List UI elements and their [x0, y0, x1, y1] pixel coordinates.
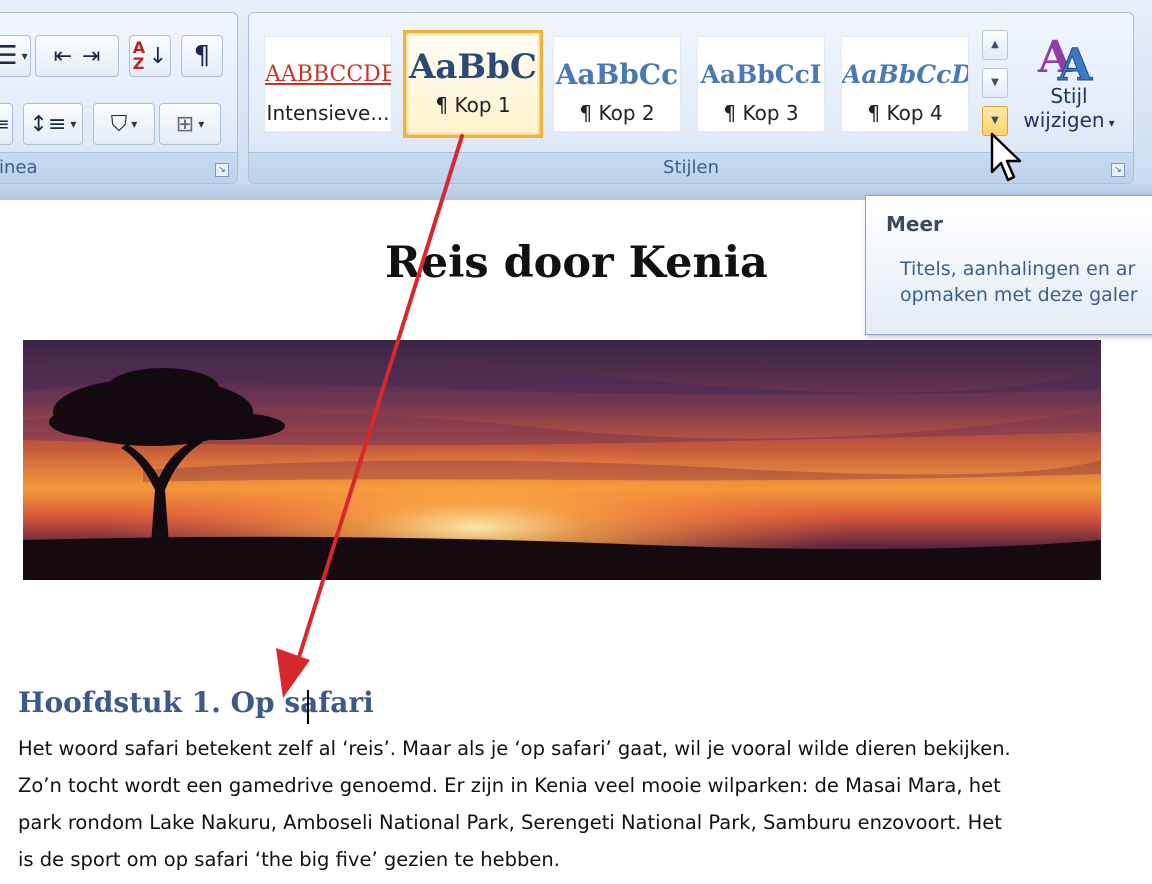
show-formatting-marks-button[interactable]: ¶: [181, 35, 223, 77]
pilcrow-icon: ¶: [193, 41, 211, 71]
chevron-down-icon: ▾: [131, 117, 138, 131]
line-spacing-button[interactable]: ↕≡ ▾: [23, 103, 83, 145]
style-preview: AABBCCDE: [265, 62, 391, 87]
borders-button[interactable]: ⊞ ▾: [159, 103, 221, 145]
decrease-indent-icon: ⇤: [53, 43, 72, 69]
paragraph-group-label: inea: [0, 152, 237, 183]
svg-text:A: A: [1057, 40, 1093, 86]
indent-buttons[interactable]: ⇤ ⇥: [35, 35, 119, 77]
bullets-dropdown-button[interactable]: ☰ ▾: [0, 35, 31, 77]
style-intensieve[interactable]: AABBCCDE Intensieve...: [264, 36, 392, 132]
sort-arrow-icon: ↓: [148, 43, 168, 69]
chevron-up-icon: ▲: [991, 39, 999, 50]
justify-icon: ≡: [0, 113, 10, 135]
change-styles-button[interactable]: A A Stijl wijzigen ▾: [1014, 20, 1124, 150]
gallery-scroll-up-button[interactable]: ▲: [982, 30, 1008, 60]
mouse-cursor-icon: [990, 132, 1022, 182]
line-spacing-icon: ↕≡: [29, 111, 67, 137]
style-preview: AaBbCcD: [842, 60, 968, 89]
style-kop-1[interactable]: AaBbC ¶ Kop 1: [403, 30, 543, 138]
tooltip-title: Meer: [886, 212, 943, 236]
chevron-down-icon: ▼: [991, 77, 999, 88]
text-cursor: [307, 690, 309, 724]
dialog-launcher-icon[interactable]: ↘: [1111, 163, 1125, 177]
borders-icon: ⊞: [175, 111, 195, 137]
chevron-down-icon: ▾: [70, 117, 77, 131]
style-name: ¶ Kop 2: [579, 101, 655, 125]
change-styles-label-line2: wijzigen ▾: [1014, 108, 1124, 135]
change-styles-label-text: wijzigen: [1023, 108, 1105, 132]
tooltip: Meer Titels, aanhalingen en ar opmaken m…: [865, 195, 1152, 335]
style-preview: AaBbC: [409, 47, 537, 87]
paragraph-line[interactable]: park rondom Lake Nakuru, Amboseli Nation…: [18, 811, 1002, 834]
chapter-heading[interactable]: Hoofdstuk 1. Op safari: [18, 686, 374, 719]
change-styles-label-line1: Stijl: [1050, 84, 1088, 108]
bullets-icon: ☰: [0, 41, 18, 71]
paragraph-line[interactable]: Het woord safari betekent zelf al ‘reis’…: [18, 737, 1011, 760]
style-name: Intensieve...: [266, 101, 390, 125]
chevron-down-icon: ▾: [1108, 116, 1115, 130]
justify-button[interactable]: ≡: [0, 103, 13, 145]
sunset-acacia-image: [23, 340, 1101, 580]
paragraph-line[interactable]: Zo’n tocht wordt een gamedrive genoemd. …: [18, 774, 1001, 797]
increase-indent-icon: ⇥: [82, 43, 101, 69]
change-styles-icon: A A: [1014, 20, 1124, 92]
paragraph-line[interactable]: is de sport om op safari ‘the big five’ …: [18, 848, 560, 871]
style-kop-3[interactable]: AaBbCcI ¶ Kop 3: [697, 36, 825, 132]
style-kop-4[interactable]: AaBbCcD ¶ Kop 4: [841, 36, 969, 132]
document-title[interactable]: Reis door Kenia: [385, 238, 768, 288]
chevron-down-icon: ▾: [21, 49, 28, 63]
chevron-down-icon: ▾: [198, 117, 205, 131]
paint-bucket-icon: ⛉: [110, 111, 128, 137]
style-name: ¶ Kop 4: [867, 101, 943, 125]
style-preview: AaBbCc: [555, 58, 679, 91]
tooltip-description: Titels, aanhalingen en ar opmaken met de…: [900, 258, 1138, 306]
gallery-scroll-down-button[interactable]: ▼: [982, 68, 1008, 98]
ribbon: ☰ ▾ ⇤ ⇥ AZ ↓ ¶ ≡ ↕≡ ▾ ⛉ ▾ ⊞ ▾ inea ↘ Stijlen …: [0, 0, 1152, 200]
style-kop-2[interactable]: AaBbCc ¶ Kop 2: [553, 36, 681, 132]
shading-button[interactable]: ⛉ ▾: [93, 103, 155, 145]
style-name: ¶ Kop 1: [435, 93, 511, 117]
paragraph-group: ☰ ▾ ⇤ ⇥ AZ ↓ ¶ ≡ ↕≡ ▾ ⛉ ▾ ⊞ ▾ inea ↘: [0, 12, 238, 184]
dialog-launcher-icon[interactable]: ↘: [215, 163, 229, 177]
sort-button[interactable]: AZ ↓: [129, 35, 171, 77]
style-name: ¶ Kop 3: [723, 101, 799, 125]
sort-icon: AZ: [132, 38, 146, 73]
style-preview: AaBbCcI: [700, 60, 822, 89]
more-icon: ▼: [991, 115, 999, 126]
